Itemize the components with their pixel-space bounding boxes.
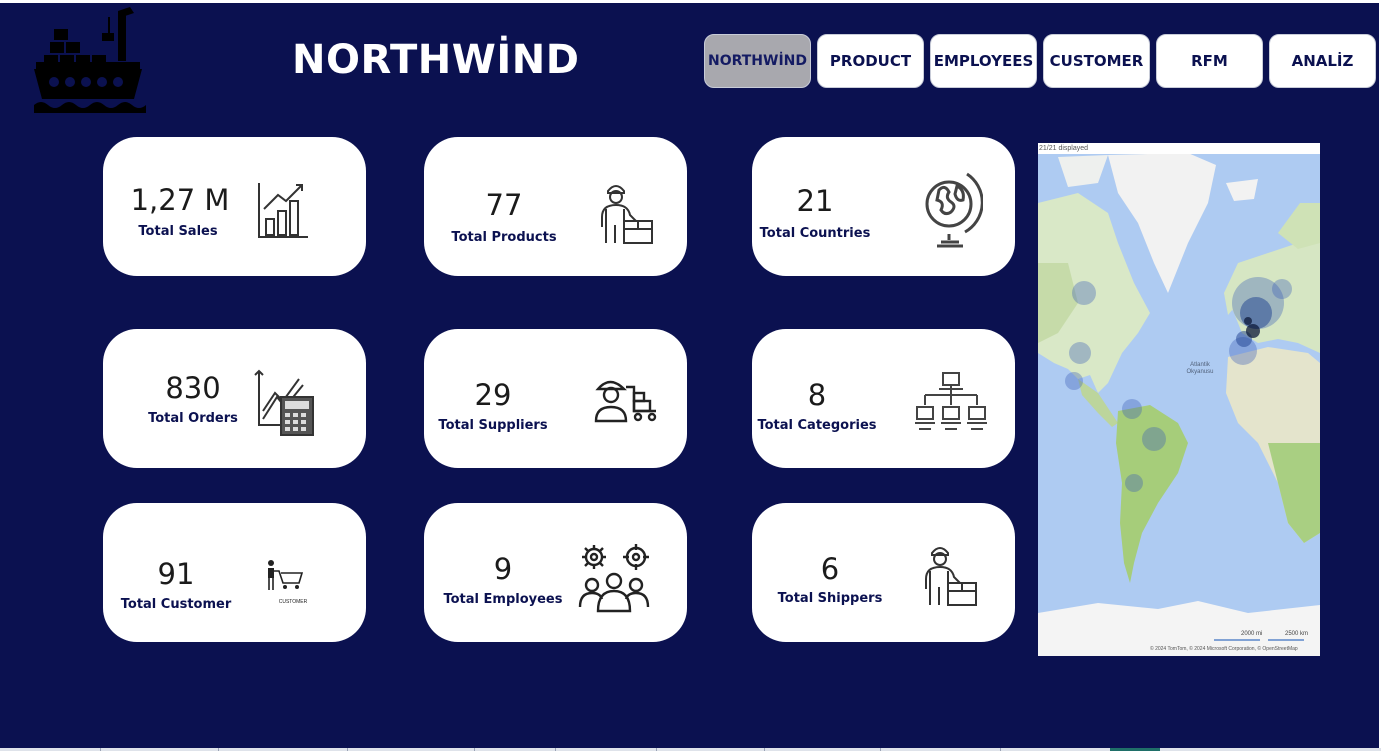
customer-heat-map[interactable]: 21/21 displayed Atlantik Okyanusu 2000 m… <box>1038 143 1320 656</box>
nav-button-analiz[interactable]: ANALİZ <box>1269 34 1376 88</box>
ocean-label: Atlantik Okyanusu <box>1186 362 1214 375</box>
kpi-card-total-sales[interactable]: 1,27 M Total Sales <box>103 137 366 276</box>
map-attribution: © 2024 TomTom, © 2024 Microsoft Corporat… <box>1150 646 1298 652</box>
kpi-value: 21 <box>796 184 834 218</box>
nav-button-product[interactable]: PRODUCT <box>817 34 924 88</box>
kpi-value: 1,27 M <box>130 183 230 217</box>
nav-button-customer[interactable]: CUSTOMER <box>1043 34 1150 88</box>
kpi-label: Total Categories <box>757 418 877 433</box>
kpi-value: 9 <box>493 552 513 586</box>
chart-calculator-icon <box>251 367 321 437</box>
kpi-card-total-customer[interactable]: 91 Total Customer CUSTOMER <box>103 503 366 642</box>
kpi-label: Total Countries <box>759 226 871 241</box>
dashboard-canvas: NORTHWİND NORTHWİND PRODUCT EMPLOYEES CU… <box>0 3 1379 748</box>
kpi-value: 830 <box>165 371 221 405</box>
kpi-card-total-shippers[interactable]: 6 Total Shippers <box>752 503 1015 642</box>
kpi-card-total-products[interactable]: 77 Total Products <box>424 137 687 276</box>
kpi-value: 77 <box>485 188 523 222</box>
worker-with-box-icon <box>594 181 656 245</box>
kpi-label: Total Employees <box>443 592 563 607</box>
kpi-card-total-suppliers[interactable]: 29 Total Suppliers <box>424 329 687 468</box>
kpi-label: Total Customer <box>120 597 232 612</box>
world-map-graphic <box>1038 143 1320 656</box>
ship-logo-icon <box>30 7 150 119</box>
team-gears-icon <box>576 541 652 615</box>
worker-with-box-icon <box>918 543 980 607</box>
kpi-value: 91 <box>157 557 195 591</box>
map-status: 21/21 displayed <box>1038 143 1320 154</box>
nav-button-rfm[interactable]: RFM <box>1156 34 1263 88</box>
kpi-value: 29 <box>474 378 512 412</box>
kpi-label: Total Shippers <box>777 591 883 606</box>
kpi-value: 6 <box>820 552 840 586</box>
kpi-value: 8 <box>807 378 827 412</box>
kpi-card-total-orders[interactable]: 830 Total Orders <box>103 329 366 468</box>
bar-growth-chart-icon <box>256 181 310 239</box>
kpi-card-total-countries[interactable]: 21 Total Countries <box>752 137 1015 276</box>
kpi-card-total-employees[interactable]: 9 Total Employees <box>424 503 687 642</box>
kpi-label: Total Sales <box>138 224 218 239</box>
globe-icon <box>919 168 983 252</box>
nav-button-employees[interactable]: EMPLOYEES <box>930 34 1037 88</box>
shopping-cart-customer-icon <box>263 558 307 592</box>
hierarchy-icon <box>915 371 987 433</box>
supplier-cart-icon <box>592 377 662 427</box>
nav-button-northwind[interactable]: NORTHWİND <box>704 34 811 88</box>
scale-miles: 2000 mi <box>1241 631 1263 637</box>
kpi-label: Total Suppliers <box>438 418 548 433</box>
kpi-card-total-categories[interactable]: 8 Total Categories <box>752 329 1015 468</box>
kpi-label: Total Products <box>451 230 557 245</box>
customer-icon-caption: CUSTOMER <box>278 599 308 605</box>
page-title: NORTHWİND <box>292 37 580 83</box>
scale-kilometers: 2500 km <box>1285 631 1309 637</box>
